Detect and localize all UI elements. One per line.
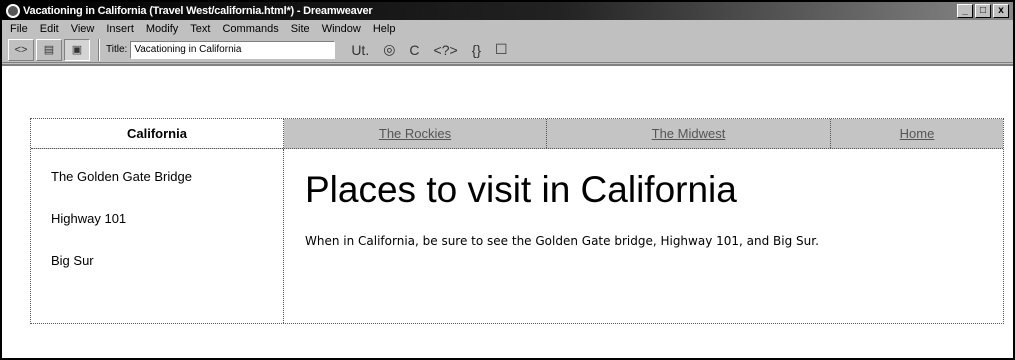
menu-view[interactable]: View [71,23,95,35]
file-management-icon[interactable]: Ut. [351,42,369,58]
nav-item-label[interactable]: The Midwest [652,126,726,141]
window-controls: _ □ x [957,4,1009,18]
nav-item-home[interactable]: Home [831,119,1003,148]
code-navigation-icon[interactable]: {} [472,42,481,58]
menu-edit[interactable]: Edit [40,23,59,35]
split-view-icon: ▤ [43,44,55,56]
toolbar-separator [98,38,100,61]
sidebar-item-big-sur: Big Sur [51,253,94,268]
menu-file[interactable]: File [10,23,28,35]
document-window[interactable]: California The Rockies The Midwest Home … [2,64,1013,358]
document-toolbar: <> ▤ ▣ Title: Ut. ◎ C <?> {} ☐ [2,37,1013,63]
sidebar: The Golden Gate Bridge Highway 101 Big S… [31,149,284,323]
nav-item-rockies[interactable]: The Rockies [284,119,547,148]
menu-window[interactable]: Window [322,23,361,35]
page-heading: Places to visit in California [305,169,737,210]
code-view-button[interactable]: <> [8,38,34,61]
nav-bar: California The Rockies The Midwest Home [31,119,1003,149]
nav-item-label: California [127,126,187,141]
maximize-button[interactable]: □ [975,4,991,18]
nav-item-label[interactable]: The Rockies [379,126,451,141]
title-label: Title: [106,44,128,55]
design-view-button[interactable]: ▣ [64,38,90,61]
minimize-button[interactable]: _ [957,4,973,18]
split-view-button[interactable]: ▤ [36,38,62,61]
menu-bar: File Edit View Insert Modify Text Comman… [2,20,1013,37]
title-bar[interactable]: Vacationing in California (Travel West/c… [2,2,1013,20]
menu-modify[interactable]: Modify [146,23,178,35]
reference-icon[interactable]: <?> [434,42,458,58]
preview-in-browser-icon[interactable]: ◎ [383,41,395,58]
menu-help[interactable]: Help [373,23,396,35]
dreamweaver-app-icon[interactable] [6,4,20,18]
menu-text[interactable]: Text [190,23,210,35]
window-title: Vacationing in California (Travel West/c… [23,5,373,17]
menu-insert[interactable]: Insert [106,23,134,35]
code-view-icon: <> [14,43,28,56]
close-button[interactable]: x [993,4,1009,18]
design-view-icon: ▣ [71,44,83,56]
nav-item-california[interactable]: California [31,119,284,148]
body-paragraph: When in California, be sure to see the G… [305,234,819,248]
layout-table: California The Rockies The Midwest Home … [30,118,1004,324]
sidebar-item-highway-101: Highway 101 [51,211,127,226]
nav-item-midwest[interactable]: The Midwest [547,119,831,148]
menu-site[interactable]: Site [291,23,310,35]
view-options-icon[interactable]: ☐ [495,41,508,58]
menu-commands[interactable]: Commands [222,23,278,35]
refresh-icon[interactable]: C [409,42,419,58]
title-input[interactable] [130,40,336,59]
dreamweaver-window: Vacationing in California (Travel West/c… [0,0,1015,360]
main-content: Places to visit in California When in Ca… [305,149,1003,323]
nav-item-label[interactable]: Home [900,126,935,141]
sidebar-item-golden-gate: The Golden Gate Bridge [51,169,192,184]
